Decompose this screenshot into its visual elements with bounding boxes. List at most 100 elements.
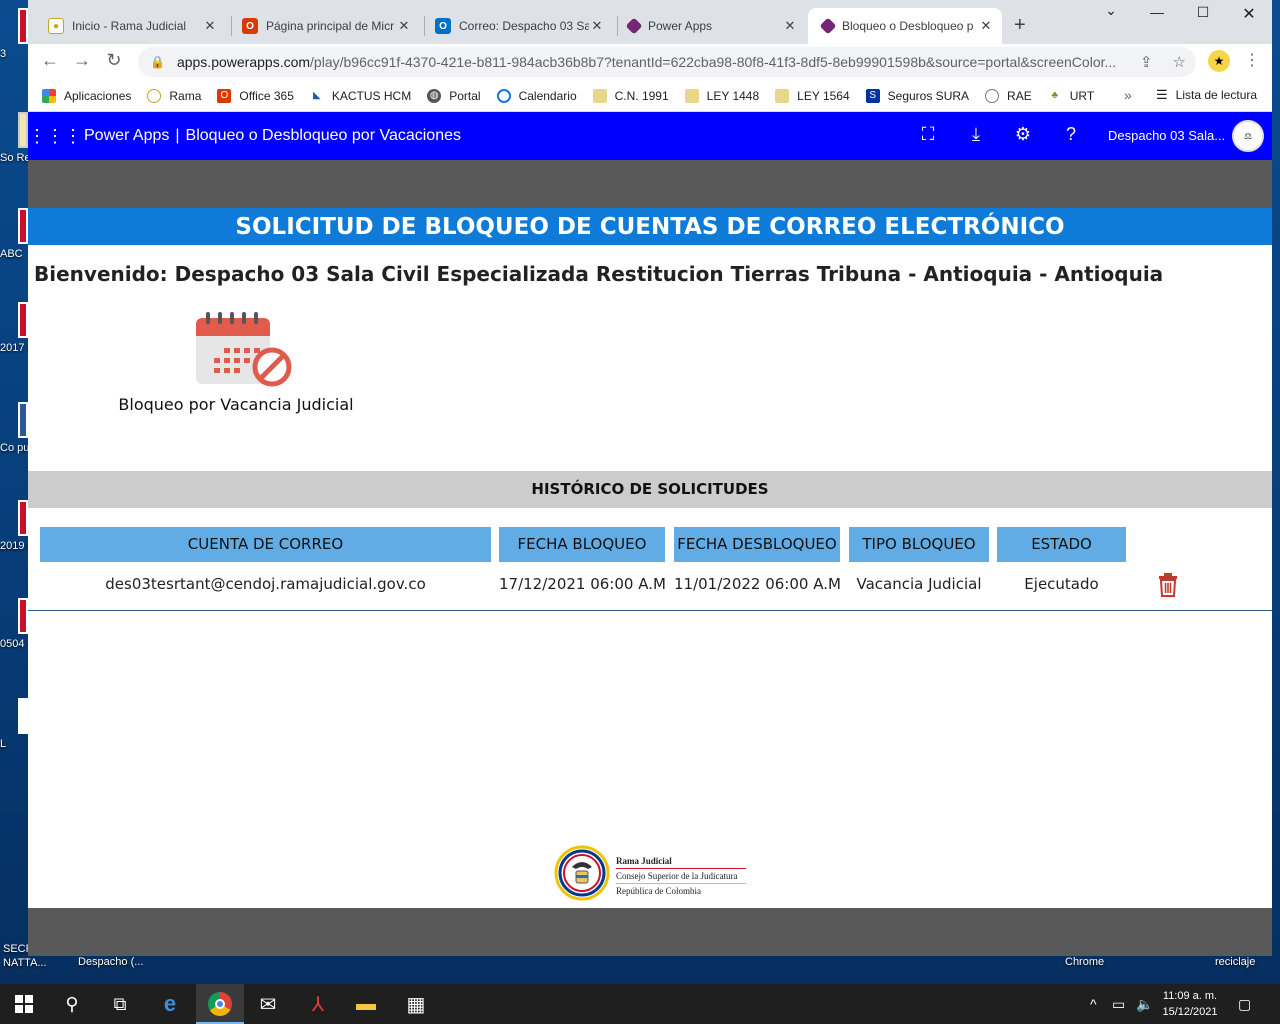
reading-list-button[interactable]: ☰ Lista de lectura	[1156, 87, 1257, 103]
browser-toolbar: ← → ↻ 🔒 apps.powerapps.com/play/b96cc91f…	[28, 44, 1272, 80]
forward-icon[interactable]: →	[70, 50, 94, 71]
reload-icon[interactable]: ↻	[102, 50, 126, 71]
back-icon[interactable]: ←	[38, 50, 62, 71]
bookmark-label: KACTUS HCM	[331, 88, 412, 103]
block-vacancy-button[interactable]	[194, 312, 294, 388]
desktop-icon[interactable]: 2019 mem	[0, 500, 28, 553]
globe-icon: ◍	[427, 88, 442, 103]
tab-inicio-rama[interactable]: ● Inicio - Rama Judicial ✕	[34, 8, 226, 44]
desktop-icon-label: 3	[0, 48, 7, 60]
avatar[interactable]: ⚖	[1232, 120, 1264, 152]
bookmark-label: URT	[1069, 88, 1095, 103]
bookmark-cn-1991[interactable]: C.N. 1991	[592, 88, 669, 103]
desktop-icon[interactable]: ABC	[0, 208, 28, 261]
bookmarks-overflow-icon[interactable]: »	[1124, 87, 1132, 103]
search-icon[interactable]: ⚲	[58, 990, 86, 1018]
windows-start-icon[interactable]	[10, 990, 38, 1018]
share-icon[interactable]: ⇪	[1140, 53, 1153, 71]
bookmark-label: Aplicaciones	[64, 88, 132, 103]
bookmark-urt[interactable]: ♣ URT	[1048, 89, 1094, 103]
bookmark-portal[interactable]: ◍ Portal	[427, 88, 481, 103]
maximize-button[interactable]: ☐	[1180, 4, 1226, 21]
bookmark-rama[interactable]: Rama	[147, 88, 201, 103]
powerapps-icon	[625, 17, 643, 35]
bookmark-office[interactable]: O Office 365	[217, 88, 294, 103]
taskbar: ⚲ ⧉ e	[0, 984, 1280, 1024]
tab-bloqueo[interactable]: Bloqueo o Desbloqueo p ✕	[808, 8, 1002, 44]
desktop-icon[interactable]: 0504	[0, 598, 28, 651]
bookmark-ley-1448[interactable]: LEY 1448	[684, 88, 759, 103]
tab-power-apps[interactable]: Power Apps ✕	[614, 8, 806, 44]
tray-chevron-icon[interactable]: ^	[1090, 996, 1097, 1012]
download-icon[interactable]: ⤓	[964, 124, 988, 145]
fit-to-window-icon[interactable]: ⛶	[916, 124, 940, 145]
notifications-icon[interactable]: ▢	[1238, 996, 1251, 1013]
bookmark-ley-1564[interactable]: LEY 1564	[775, 88, 850, 103]
tab-label: Correo: Despacho 03 Sal	[459, 19, 589, 33]
bookmark-aplicaciones[interactable]: Aplicaciones	[42, 88, 132, 103]
desktop-icon-label: Co pusc	[0, 442, 28, 454]
tab-office[interactable]: O Página principal de Micr ✕	[228, 8, 420, 44]
desktop-icon[interactable]: So Rey	[0, 112, 28, 165]
help-icon[interactable]: ?	[1059, 124, 1083, 145]
minimize-button[interactable]: —	[1134, 4, 1180, 20]
browser-window: ● Inicio - Rama Judicial ✕ O Página prin…	[28, 0, 1272, 956]
tab-search-icon[interactable]: ⌄	[1088, 2, 1134, 19]
app-name: Bloqueo o Desbloqueo por Vacaciones	[185, 127, 461, 144]
close-icon[interactable]: ✕	[978, 18, 994, 34]
bookmark-sura[interactable]: S Seguros SURA	[865, 88, 969, 103]
colombia-seal-icon	[554, 845, 610, 901]
volume-icon[interactable]: 🔈	[1136, 996, 1153, 1013]
acrobat-icon[interactable]: ⅄	[304, 990, 332, 1018]
desktop-icon[interactable]: 2017 decl	[0, 302, 28, 355]
system-clock[interactable]: 11:09 a. m. 15/12/2021	[1158, 988, 1222, 1020]
network-icon[interactable]: ▭	[1112, 996, 1125, 1013]
block-vacancy-label[interactable]: Bloqueo por Vacancia Judicial	[106, 395, 366, 414]
powerapps-header: ⋮⋮⋮ Power Apps | Bloqueo o Desbloqueo por …	[28, 112, 1272, 160]
tab-correo[interactable]: O Correo: Despacho 03 Sal ✕	[421, 8, 613, 44]
calculator-icon[interactable]: ▦	[402, 990, 430, 1018]
desktop-icon[interactable]: Co pusc	[0, 402, 28, 455]
desktop-icon-label: 2019 mem	[0, 540, 28, 552]
app-launcher-icon[interactable]: ⋮⋮⋮	[28, 126, 82, 147]
user-name[interactable]: Despacho 03 Sala...	[1108, 128, 1225, 143]
desktop-icon[interactable]: L	[0, 698, 28, 751]
browser-menu-icon[interactable]: ⋮	[1244, 50, 1260, 70]
powerapps-icon	[819, 17, 837, 35]
close-icon[interactable]: ✕	[782, 18, 798, 34]
desktop-icon-label: So Rey	[0, 152, 28, 164]
close-icon[interactable]: ✕	[202, 18, 218, 34]
bookmark-star-icon[interactable]: ☆	[1173, 53, 1186, 71]
file-explorer-icon[interactable]: ▬	[352, 990, 380, 1018]
new-tab-button[interactable]: +	[1014, 14, 1026, 37]
bookmark-calendario[interactable]: Calendario	[496, 88, 577, 103]
bookmark-kactus[interactable]: ◣ KACTUS HCM	[310, 89, 411, 103]
reading-list-icon: ☰	[1156, 87, 1168, 102]
bookmark-rae[interactable]: RAE	[985, 88, 1032, 103]
clock-date: 15/12/2021	[1162, 1006, 1218, 1018]
delete-trash-icon[interactable]	[1158, 573, 1178, 597]
cell-estado: Ejecutado	[1024, 575, 1099, 593]
mail-icon[interactable]: ✉	[254, 990, 282, 1018]
desktop-icon-label[interactable]: reciclaje	[1215, 956, 1255, 968]
taskbar-chrome-active[interactable]	[196, 984, 244, 1024]
url-text: apps.powerapps.com/play/b96cc91f-4370-42…	[177, 54, 1130, 70]
history-title: HISTÓRICO DE SOLICITUDES	[28, 471, 1272, 508]
close-icon[interactable]: ✕	[589, 18, 605, 34]
desktop-icon-label[interactable]: Chrome	[1065, 956, 1104, 968]
task-view-icon[interactable]: ⧉	[106, 990, 134, 1018]
settings-gear-icon[interactable]: ⚙	[1011, 124, 1035, 145]
app-bottom-margin	[28, 908, 1272, 956]
extension-icon[interactable]: ★	[1208, 50, 1230, 72]
page-title: SOLICITUD DE BLOQUEO DE CUENTAS DE CORRE…	[28, 208, 1272, 245]
close-icon[interactable]: ✕	[396, 18, 412, 34]
edge-icon[interactable]: e	[156, 990, 184, 1018]
desktop-icon-label[interactable]: Despacho (...	[78, 956, 143, 968]
title-separator: |	[175, 127, 180, 144]
product-name[interactable]: Power Apps	[84, 127, 169, 144]
close-window-button[interactable]: ✕	[1226, 4, 1272, 24]
desktop-icon[interactable]: 3	[0, 8, 28, 61]
logo-line-3: República de Colombia	[616, 886, 701, 896]
header-title: Power Apps | Bloqueo o Desbloqueo por Vaca…	[84, 127, 461, 145]
address-bar[interactable]: 🔒 apps.powerapps.com/play/b96cc91f-4370-…	[138, 47, 1196, 77]
